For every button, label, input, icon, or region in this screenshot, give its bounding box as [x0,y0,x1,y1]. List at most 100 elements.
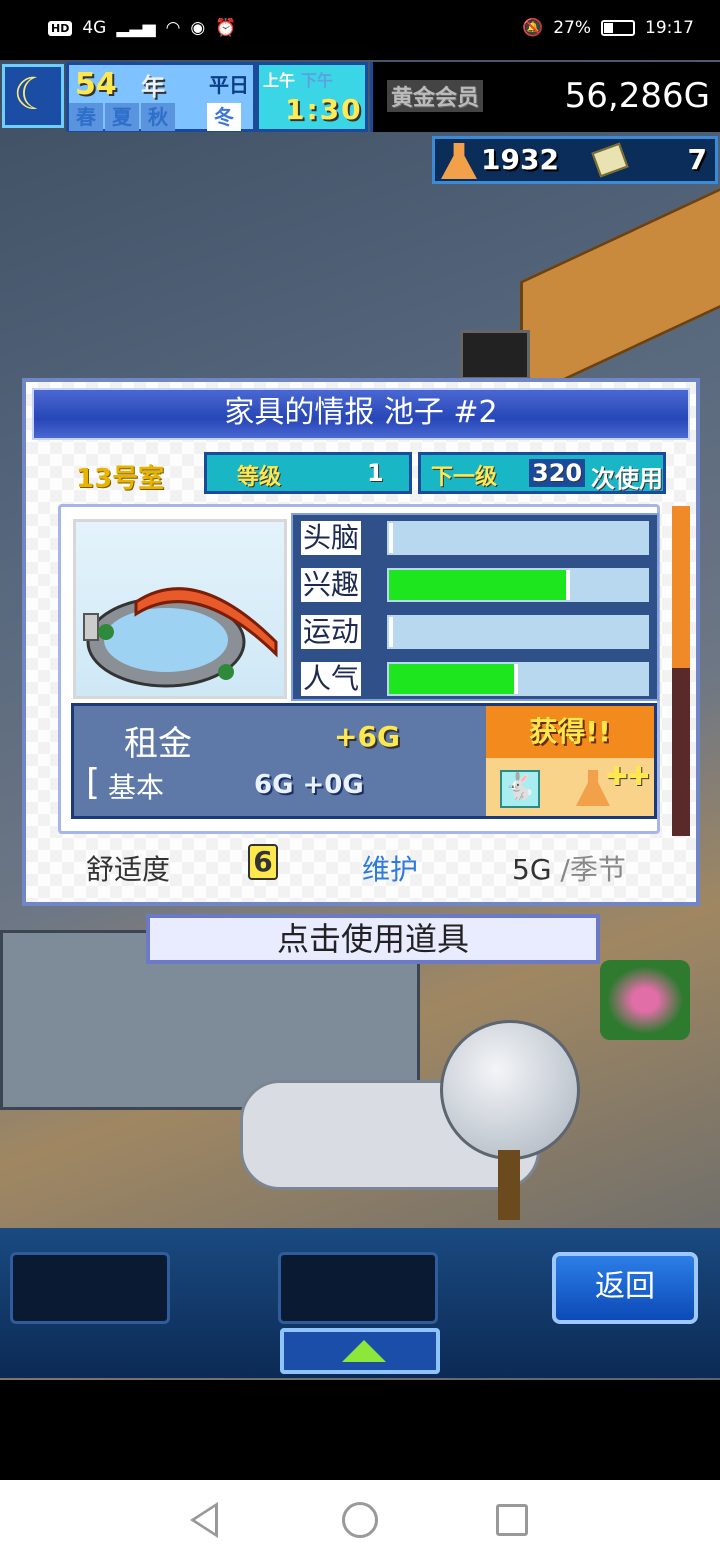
battery-icon [601,20,635,36]
season-winter: 冬 [207,103,241,131]
game-clock: 1:30 [285,93,363,126]
rent-panel: 租金 +6G [ 基本 6G +0G ] 获得!! 🐇 ✚✚ [71,703,657,819]
season-spring: 春 [69,103,103,131]
resource-panel: 1932 7 [432,136,718,184]
menu-slot-1[interactable] [10,1252,170,1324]
stat-row: 头脑 [293,515,661,561]
am-label: 上午 [263,71,296,90]
stat-label: 运动 [301,615,362,649]
season-autumn: 秋 [141,103,175,131]
level-label: 等级 [237,465,282,490]
building-roof [520,178,720,402]
furniture-info-dialog: 家具的情报 池子 #2 13号室 等级 1 下一级 320 次使用 头脑兴趣运动… [22,378,700,906]
moon-icon: ☾ [2,64,64,128]
gold-amount: 56,286G [564,76,710,116]
level-value: 1 [367,459,384,487]
expand-button[interactable] [280,1328,440,1374]
cost-unit: /季节 [560,853,626,886]
snowy-tree [440,1020,580,1160]
stat-bar-fill [389,617,393,647]
rent-label: 租金 [124,724,192,764]
use-item-button[interactable]: 点击使用道具 [146,914,600,964]
research-points: 1932 [481,143,559,176]
stat-bar [387,521,649,555]
flask-icon [441,143,477,179]
navigation-bar [0,1480,720,1560]
year-number: 54 [75,67,117,102]
pm-label: 下午 [301,71,334,90]
time-panel: 上午 下午 1:30 [256,62,368,132]
back-button[interactable]: 返回 [552,1252,698,1324]
am-pm: 上午 下午 [263,67,333,91]
ticket-count: 7 [687,143,707,176]
stat-bar-fill [389,523,393,553]
rabbit-icon: 🐇 [500,770,540,808]
stat-label: 兴趣 [301,568,362,602]
stat-label: 头脑 [301,521,362,555]
status-right: 🔕 27% 19:17 [522,18,694,38]
base-label: 基本 [108,771,165,804]
comfort-row: 舒适度 6 维护 5G /季节 [86,844,666,888]
season-summer: 夏 [105,103,139,131]
scrollbar[interactable] [672,506,690,836]
menu-slot-2[interactable] [278,1252,438,1324]
maintenance-link[interactable]: 维护 [362,848,418,888]
obtain-panel[interactable]: 获得!! 🐇 ✚✚ [486,706,654,816]
next-level-value: 320 [529,459,586,487]
stat-row: 运动 [293,609,661,655]
mute-icon: 🔕 [522,18,544,38]
ticket-icon [591,142,629,178]
stat-row: 兴趣 [293,562,661,608]
nav-recents-icon[interactable] [496,1504,528,1536]
bracket-left: [ [86,762,101,803]
stats-panel: 头脑 兴趣 运动 人气 [291,513,659,701]
next-level-box: 下一级 320 次使用 [418,452,666,494]
research-flask-icon [576,770,610,806]
alarm-icon: ⏰ [215,18,237,38]
stat-bar [387,662,649,696]
hd-icon: HD [48,20,73,36]
stat-bar [387,615,649,649]
dialog-title: 家具的情报 池子 #2 [32,388,690,440]
stat-bar-fill [389,570,570,600]
level-box: 等级 1 [204,452,412,494]
plus-icon: ✚✚ [606,762,650,792]
stat-label: 人气 [301,662,362,696]
info-content: 头脑兴趣运动人气 租金 +6G [ 基本 6G +0G ] 获得!! 🐇 ✚✚ [58,504,660,834]
next-level-label: 下一级 [431,465,498,490]
up-arrow-icon [342,1340,386,1362]
year-label: 年 [141,73,165,101]
maintenance-cost: 5G /季节 [512,848,626,888]
wifi-icon: ◠ [165,18,181,38]
tv-furniture [460,330,530,380]
scrollbar-thumb[interactable] [672,506,690,668]
status-left: HD 4G ▂▃▅ ◠ ◉ ⏰ [48,18,236,38]
status-bar: HD 4G ▂▃▅ ◠ ◉ ⏰ 🔕 27% 19:17 [0,0,720,60]
base-value: 6G +0G [254,770,364,800]
flower-bed [600,960,690,1040]
comfort-label: 舒适度 [86,853,171,886]
cost-amount: 5G [512,853,552,886]
comfort-value: 6 [248,844,278,880]
nav-back-icon[interactable] [190,1502,218,1538]
battery-percent: 27% [553,18,591,38]
signal-icon: ▂▃▅ [116,18,156,38]
network-label: 4G [82,18,107,38]
membership-badge: 黄金会员 [387,80,484,112]
stat-row: 人气 [293,656,661,702]
eye-icon: ◉ [190,18,206,38]
pond-bridge-icon [83,587,278,688]
nav-home-icon[interactable] [342,1502,378,1538]
date-panel: 54 年 平日 春 夏 秋 冬 [66,62,256,132]
obtain-label: 获得!! [486,706,654,758]
stat-bar [387,568,649,602]
room-number: 13号室 [76,464,165,494]
rent-value: +6G [334,720,400,753]
bottom-panel: 返回 [0,1228,720,1378]
money-panel: 黄金会员 56,286G [370,62,720,132]
weekday-label: 平日 [209,73,249,97]
next-level-unit: 次使用 [591,465,663,493]
clock-time: 19:17 [645,18,694,38]
pond-image [73,519,287,699]
tree-trunk [498,1150,520,1220]
